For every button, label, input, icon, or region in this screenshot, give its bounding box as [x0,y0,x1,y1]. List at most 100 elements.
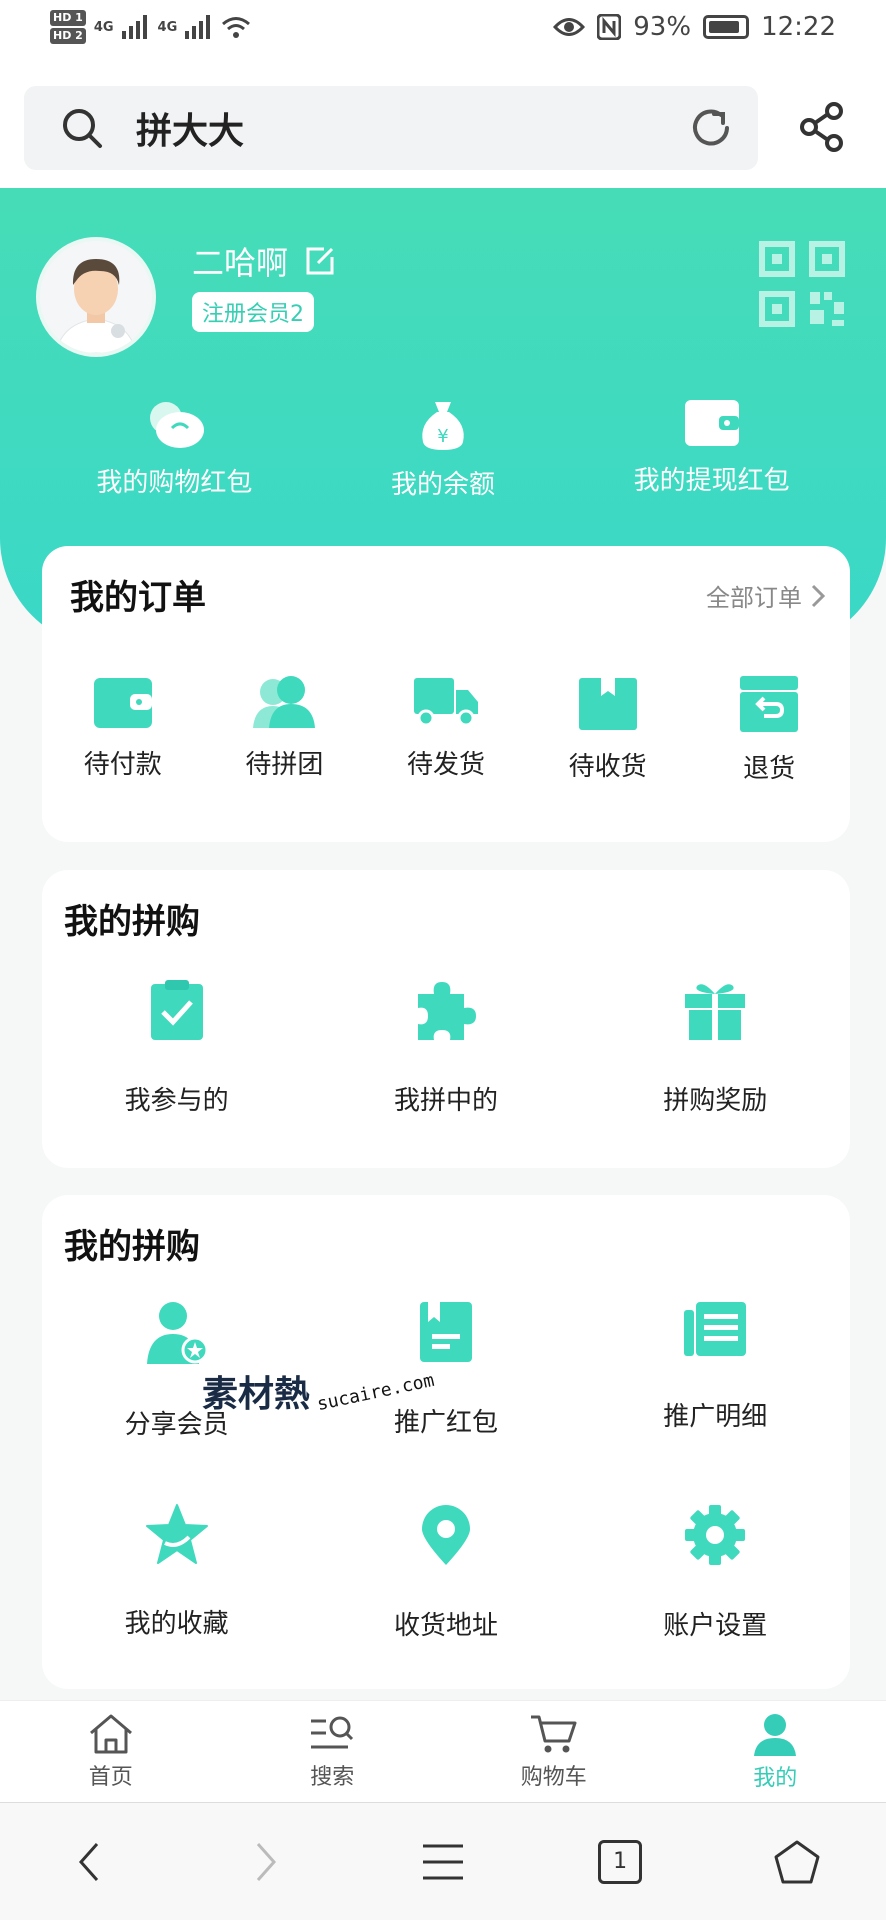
order-status-row: 待付款 待拼团 待发货 待收货 退货 [42,674,850,785]
net1-label: 4G [93,19,114,35]
tab-me[interactable]: 我的 [695,1712,855,1792]
promotion-row-2: 我的收藏 收货地址 账户设置 [42,1503,850,1642]
order-return[interactable]: 退货 [694,674,844,785]
battery-icon [703,15,750,39]
order-pending-receipt[interactable]: 待收货 [533,674,683,785]
gear-icon [685,1505,746,1565]
chevron-left-icon [78,1842,98,1881]
clock: 12:22 [761,12,836,42]
wallet-icon [684,400,739,446]
all-orders-link[interactable]: 全部订单 [706,578,826,613]
order-label: 待付款 [83,750,162,780]
clipboard-check-icon [150,980,203,1040]
group-buy-joined[interactable]: 我参与的 [57,980,297,1117]
promo-label: 收货地址 [393,1611,498,1641]
username-row: 二哈啊 [192,238,336,284]
back-button[interactable] [49,1822,129,1902]
box-icon [578,678,637,730]
promotion-row-1: 分享会员 推广红包 推广明细 [42,1300,850,1441]
group-buy-label: 我参与的 [124,1086,229,1116]
order-pending-payment[interactable]: 待付款 [48,674,198,785]
promo-details[interactable]: 推广明细 [595,1300,835,1441]
edit-icon[interactable] [304,245,336,277]
wallet-withdraw-packet[interactable]: 我的提现红包 [582,398,842,501]
bottom-tab-bar: 首页 搜索 购物车 我的 [0,1700,886,1802]
cart-icon [530,1715,577,1752]
search-input[interactable]: 拼大大 [136,102,244,154]
avatar-illustration [40,241,152,353]
wallet-label: 我的余额 [390,470,495,500]
svg-text:¥: ¥ [437,426,448,447]
status-left: HD 1 HD 2 4G 4G [50,10,251,44]
order-label: 待发货 [406,750,485,780]
tab-count: 1 [613,1849,628,1874]
forward-button[interactable] [226,1822,306,1902]
star-icon [145,1504,208,1564]
wallet-label: 我的提现红包 [633,466,790,496]
wifi-icon [222,17,251,38]
tabs-button[interactable]: 1 [580,1822,660,1902]
tab-search[interactable]: 搜索 [252,1713,412,1791]
wallet-balance[interactable]: ¥ 我的余额 [313,398,573,501]
promo-favorites[interactable]: 我的收藏 [57,1503,297,1642]
signal-icon [185,15,211,39]
menu-button[interactable] [403,1822,483,1902]
home-icon [89,1714,132,1753]
news-icon [684,1302,747,1356]
refresh-icon[interactable] [688,105,734,151]
search-icon [63,109,102,148]
user-icon [754,1713,797,1756]
wallet-shopping-packet[interactable]: 我的购物红包 [44,398,304,501]
wallet-icon [93,678,152,728]
puzzle-icon [417,982,476,1040]
home-button[interactable] [757,1822,837,1902]
tab-home[interactable]: 首页 [31,1713,191,1791]
search-list-icon [311,1716,354,1748]
tab-label: 首页 [88,1764,133,1790]
watermark-site: sucaire.com [315,1369,437,1416]
group-buy-label: 拼购奖励 [663,1086,768,1116]
wallet-row: 我的购物红包 ¥ 我的余额 我的提现红包 [0,398,886,501]
orders-title: 我的订单 [70,578,206,618]
promo-label: 账户设置 [663,1611,768,1641]
nfc-icon [597,14,622,40]
tab-count-icon: 1 [598,1839,643,1884]
group-buy-won[interactable]: 我拼中的 [326,980,566,1117]
tab-label: 搜索 [310,1764,355,1790]
money-bag-icon: ¥ [422,402,464,450]
promotion-title: 我的拼购 [64,1227,200,1267]
tab-cart[interactable]: 购物车 [474,1713,634,1791]
battery-percent: 93% [633,12,692,42]
order-pending-group[interactable]: 待拼团 [209,674,359,785]
group-buy-title: 我的拼购 [64,902,200,942]
promo-address[interactable]: 收货地址 [326,1503,566,1642]
status-bar: HD 1 HD 2 4G 4G 93% 12:22 [0,0,886,70]
orders-card: 我的订单 全部订单 待付款 待拼团 待发货 待收货 退货 [42,546,850,842]
signal-icon [121,15,147,39]
tab-label: 我的 [753,1765,798,1791]
group-buy-reward[interactable]: 拼购奖励 [595,980,835,1117]
sim2-badge: HD 2 [50,28,86,44]
member-icon [146,1302,209,1364]
promo-settings[interactable]: 账户设置 [595,1503,835,1642]
order-label: 待收货 [568,752,647,782]
promotion-card: 我的拼购 分享会员 推广红包 推广明细 我的收藏 收货地址 账户设置 [42,1195,850,1689]
sim1-badge: HD 1 [50,10,86,26]
home-pentagon-icon [774,1840,820,1883]
share-icon[interactable] [798,102,846,152]
avatar[interactable] [36,237,156,357]
qr-code-icon[interactable] [758,240,846,328]
status-right: 93% 12:22 [553,12,836,42]
group-buy-label: 我拼中的 [393,1086,498,1116]
menu-icon [422,1844,463,1879]
order-pending-shipment[interactable]: 待发货 [371,674,521,785]
chevron-right-icon [256,1842,276,1881]
promo-label: 我的收藏 [124,1609,229,1639]
search-bar[interactable]: 拼大大 [24,86,758,170]
net2-label: 4G [157,19,178,35]
member-badge: 注册会员2 [192,292,314,332]
watermark-brand: 素材熱 [202,1374,311,1415]
tab-label: 购物车 [520,1764,587,1790]
username: 二哈啊 [192,244,289,282]
promo-label: 推广明细 [663,1402,768,1432]
